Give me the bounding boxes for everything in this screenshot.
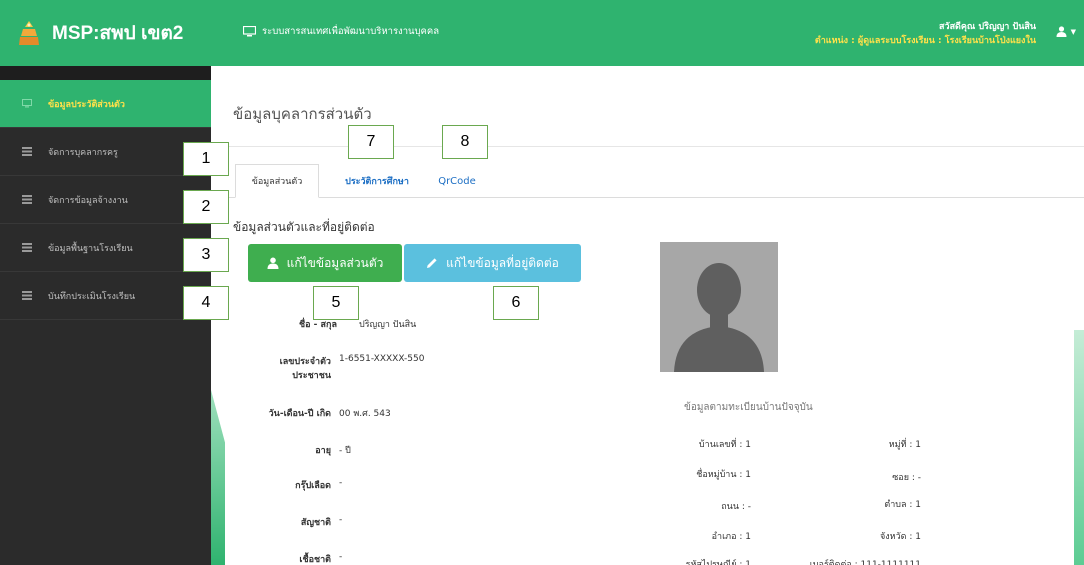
pencil-icon <box>427 258 437 268</box>
edit-personal-button[interactable]: แก้ไขข้อมูลส่วนตัว <box>248 244 402 282</box>
address-phone: เบอร์ติดต่อ : 111-1111111 <box>809 560 921 565</box>
logo-icon <box>19 21 39 45</box>
annotation-5: 5 <box>313 286 359 320</box>
brand[interactable]: MSP:สพป เขต2 <box>0 0 211 66</box>
sidebar-item-personal-info[interactable]: ข้อมูลประวัติส่วนตัว <box>0 80 211 128</box>
field-label-id-number-2: ประชาชน <box>292 371 331 381</box>
address-province: จังหวัด : 1 <box>880 532 921 542</box>
list-icon <box>22 195 32 204</box>
sidebar-item-school-info[interactable]: ข้อมูลพื้นฐานโรงเรียน <box>0 224 211 272</box>
sidebar-item-label: ข้อมูลประวัติส่วนตัว <box>48 99 125 110</box>
field-label-nationality: สัญชาติ <box>300 518 331 528</box>
tab-qrcode[interactable]: QrCode <box>432 164 482 198</box>
user-icon <box>267 257 279 269</box>
sidebar-item-label: จัดการบุคลากรครู <box>48 147 118 158</box>
field-value-age: - ปี <box>339 446 351 456</box>
field-label-id-number: เลขประจำตัว <box>279 357 331 367</box>
user-menu-toggle[interactable]: ▼ <box>1056 26 1076 37</box>
list-icon <box>22 291 32 300</box>
system-title-text: ระบบสารสนเทศเพื่อพัฒนาบริหารงานบุคคล <box>262 26 440 37</box>
tab-label: QrCode <box>438 175 476 187</box>
field-label-ethnicity: เชื้อชาติ <box>299 555 331 565</box>
button-label: แก้ไขข้อมูลส่วนตัว <box>286 255 384 270</box>
tab-bar: ข้อมูลส่วนตัว ประวัติการศึกษา QrCode <box>222 164 1084 198</box>
sidebar-item-teachers[interactable]: จัดการบุคลากรครู <box>0 128 211 176</box>
sidebar-item-label: บันทึกประเมินโรงเรียน <box>48 291 136 302</box>
address-amphoe: อำเภอ : 1 <box>711 532 751 542</box>
field-label-birthdate: วัน-เดือน-ปี เกิด <box>268 409 331 419</box>
list-icon <box>22 243 32 252</box>
address-tambon: ตำบล : 1 <box>884 500 921 510</box>
field-label-age: อายุ <box>315 446 331 456</box>
sidebar-item-employment[interactable]: จัดการข้อมูลจ้างงาน <box>0 176 211 224</box>
field-value-fullname: ปริญญา ปันสิน <box>359 320 417 330</box>
user-position: ตำแหน่ง : ผู้ดูแลระบบโรงเรียน : โรงเรียน… <box>814 36 1036 46</box>
section-title: ข้อมูลส่วนตัวและที่อยู่ติดต่อ <box>233 220 375 234</box>
address-village: ชื่อหมู่บ้าน : 1 <box>696 470 751 480</box>
address-heading: ข้อมูลตามทะเบียนบ้านปัจจุบัน <box>684 402 813 413</box>
user-info: สวัสดีคุณ ปริญญา ปันสิน ตำแหน่ง : ผู้ดูแ… <box>815 20 1036 48</box>
user-icon <box>1056 26 1067 37</box>
brand-title: MSP:สพป เขต2 <box>52 23 184 44</box>
sidebar: ข้อมูลประวัติส่วนตัว จัดการบุคลากรครู จั… <box>0 66 211 565</box>
annotation-3: 3 <box>183 238 229 272</box>
chevron-down-icon: ▼ <box>1070 27 1076 36</box>
annotation-1: 1 <box>183 142 229 176</box>
monitor-icon <box>22 99 32 108</box>
tab-education[interactable]: ประวัติการศึกษา <box>332 164 422 198</box>
list-icon <box>22 147 32 156</box>
tab-personal-info[interactable]: ข้อมูลส่วนตัว <box>235 164 319 198</box>
annotation-6: 6 <box>493 286 539 320</box>
annotation-7: 7 <box>348 125 394 159</box>
system-title: ระบบสารสนเทศเพื่อพัฒนาบริหารงานบุคคล <box>243 24 439 39</box>
monitor-icon <box>243 26 256 37</box>
sidebar-item-school-evaluation[interactable]: บันทึกประเมินโรงเรียน <box>0 272 211 320</box>
user-greeting: สวัสดีคุณ ปริญญา ปันสิน <box>939 22 1036 32</box>
decorative-edge <box>1074 330 1084 565</box>
page-title: ข้อมูลบุคลากรส่วนตัว <box>233 105 372 123</box>
annotation-8: 8 <box>442 125 488 159</box>
field-label-blood-group: กรุ๊ปเลือด <box>295 481 331 491</box>
sidebar-item-label: จัดการข้อมูลจ้างงาน <box>48 195 128 206</box>
address-road: ถนน : - <box>721 502 751 512</box>
avatar-placeholder-icon <box>674 263 764 372</box>
field-value-id-number: 1-6551-XXXXX-550 <box>339 354 425 364</box>
address-house-no: บ้านเลขที่ : 1 <box>698 440 751 450</box>
address-soi: ซอย : - <box>892 473 921 483</box>
address-moo: หมู่ที่ : 1 <box>888 440 921 450</box>
annotation-2: 2 <box>183 190 229 224</box>
edit-address-button[interactable]: แก้ไขข้อมูลที่อยู่ติดต่อ <box>404 244 581 282</box>
avatar <box>660 242 778 372</box>
button-label: แก้ไขข้อมูลที่อยู่ติดต่อ <box>446 255 559 270</box>
annotation-4: 4 <box>183 286 229 320</box>
address-postcode: รหัสไปรษณีย์ : 1 <box>685 560 751 565</box>
field-value-ethnicity: - <box>339 552 343 562</box>
field-value-birthdate: 00 พ.ศ. 543 <box>339 409 391 419</box>
tab-label: ข้อมูลส่วนตัว <box>251 177 303 187</box>
field-value-blood-group: - <box>339 478 343 488</box>
tab-label: ประวัติการศึกษา <box>345 177 409 187</box>
top-navbar: MSP:สพป เขต2 ระบบสารสนเทศเพื่อพัฒนาบริหา… <box>0 0 1084 66</box>
field-value-nationality: - <box>339 515 343 525</box>
sidebar-item-label: ข้อมูลพื้นฐานโรงเรียน <box>48 243 133 254</box>
